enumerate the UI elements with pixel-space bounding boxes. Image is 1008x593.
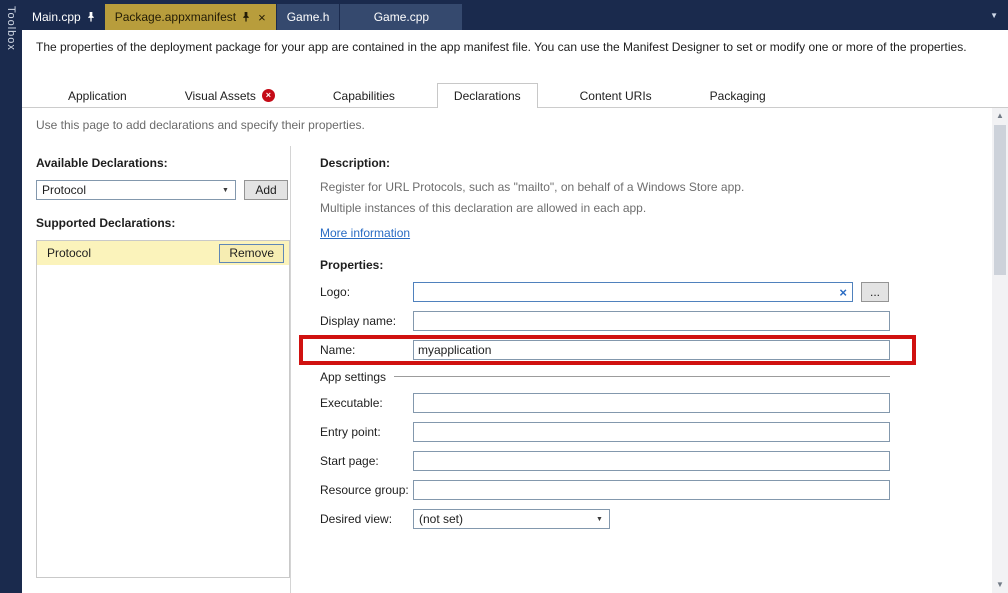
tab-game-cpp[interactable]: Game.cpp [340, 4, 463, 30]
display-name-label: Display name: [320, 314, 397, 328]
intro-text: The properties of the deployment package… [36, 40, 967, 54]
description-heading: Description: [320, 156, 391, 170]
field-row-desired-view: Desired view: (not set) ▼ [320, 509, 890, 529]
desired-view-value: (not set) [419, 512, 464, 526]
tab-label: Declarations [453, 88, 521, 103]
add-button[interactable]: Add [244, 180, 288, 200]
tab-packaging[interactable]: Packaging [694, 84, 782, 107]
resource-group-label: Resource group: [320, 483, 409, 497]
description-line: Multiple instances of this declaration a… [320, 201, 647, 215]
field-row-name: Name: [320, 340, 890, 360]
field-row-executable: Executable: [320, 393, 890, 413]
available-declarations-select[interactable]: Protocol ▼ [36, 180, 236, 200]
scroll-up-icon[interactable]: ▲ [992, 108, 1008, 124]
entry-point-label: Entry point: [320, 425, 381, 439]
supported-declarations-list[interactable]: Protocol Remove [36, 240, 290, 578]
pin-icon[interactable] [87, 11, 95, 23]
tab-application[interactable]: Application [52, 84, 143, 107]
logo-input-box: × [413, 282, 853, 302]
properties-heading: Properties: [320, 258, 384, 272]
designer-tab-strip: Application Visual Assets × Capabilities… [22, 83, 1008, 108]
field-row-logo: Logo: × ... [320, 282, 890, 302]
pin-icon[interactable] [242, 11, 250, 23]
toolbox-label: Toolbox [5, 6, 17, 51]
declaration-details-panel: Description: Register for URL Protocols,… [320, 156, 898, 538]
toolbox-panel-tab[interactable]: Toolbox [0, 0, 22, 593]
scrollbar-thumb[interactable] [994, 125, 1006, 275]
desired-view-label: Desired view: [320, 512, 393, 526]
logo-label: Logo: [320, 285, 351, 299]
app-settings-label: App settings [320, 369, 387, 384]
panel-divider [290, 146, 291, 593]
clear-icon[interactable]: × [839, 286, 847, 299]
tab-label: Main.cpp [32, 10, 81, 24]
desired-view-select[interactable]: (not set) ▼ [413, 509, 610, 529]
close-icon[interactable]: × [258, 11, 266, 24]
start-page-label: Start page: [320, 454, 379, 468]
chevron-down-icon[interactable]: ▼ [592, 516, 607, 523]
manifest-designer: The properties of the deployment package… [22, 30, 1008, 593]
tab-package-appxmanifest[interactable]: Package.appxmanifest × [104, 4, 276, 30]
section-divider [394, 376, 890, 377]
entry-point-input[interactable] [413, 422, 890, 442]
supported-declarations-label: Supported Declarations: [36, 216, 176, 230]
field-row-entry-point: Entry point: [320, 422, 890, 442]
tab-main-cpp[interactable]: Main.cpp [22, 4, 105, 30]
tab-overflow-chevron-icon[interactable]: ▼ [980, 11, 1008, 20]
tab-label: Capabilities [332, 88, 395, 103]
tab-label: Application [68, 88, 127, 103]
logo-input[interactable] [414, 283, 852, 301]
tab-label: Game.cpp [373, 10, 430, 24]
tab-label: Content URIs [579, 88, 652, 103]
vertical-scrollbar[interactable]: ▲ ▼ [992, 108, 1008, 593]
editor-tab-bar: Main.cpp Package.appxmanifest × Game.h G… [22, 0, 1008, 30]
field-row-start-page: Start page: [320, 451, 890, 471]
tab-capabilities[interactable]: Capabilities [317, 84, 411, 107]
description-line: Register for URL Protocols, such as "mai… [320, 180, 745, 194]
vs-window: Toolbox Main.cpp Package.appxmanifest × … [0, 0, 1008, 593]
name-input[interactable] [413, 340, 890, 360]
scroll-down-icon[interactable]: ▼ [992, 577, 1008, 593]
executable-label: Executable: [320, 396, 383, 410]
available-declarations-label: Available Declarations: [36, 156, 168, 170]
name-label: Name: [320, 343, 356, 357]
chevron-down-icon[interactable]: ▼ [218, 187, 233, 194]
executable-input[interactable] [413, 393, 890, 413]
tab-visual-assets[interactable]: Visual Assets × [169, 84, 291, 107]
list-item-label: Protocol [47, 246, 92, 260]
tab-content-uris[interactable]: Content URIs [564, 84, 668, 107]
available-declarations-row: Protocol ▼ Add [36, 180, 290, 200]
tab-label: Packaging [709, 88, 766, 103]
tab-declarations[interactable]: Declarations [436, 83, 538, 108]
remove-button[interactable]: Remove [219, 243, 284, 263]
selected-declaration: Protocol [42, 183, 87, 197]
field-row-resource-group: Resource group: [320, 480, 890, 500]
field-row-display-name: Display name: [320, 311, 890, 331]
page-hint: Use this page to add declarations and sp… [36, 118, 365, 132]
browse-button[interactable]: ... [861, 282, 889, 302]
tab-label: Game.h [286, 10, 330, 24]
more-information-link[interactable]: More information [320, 226, 410, 240]
error-icon: × [261, 89, 275, 102]
resource-group-input[interactable] [413, 480, 890, 500]
tab-game-h[interactable]: Game.h [276, 4, 340, 30]
app-settings-section: App settings [320, 369, 890, 384]
display-name-input[interactable] [413, 311, 890, 331]
list-item-protocol[interactable]: Protocol Remove [37, 241, 289, 265]
tab-label: Visual Assets [184, 88, 256, 103]
tab-label: Package.appxmanifest [114, 10, 237, 24]
declarations-panel: Available Declarations: Protocol ▼ Add S… [36, 156, 290, 578]
start-page-input[interactable] [413, 451, 890, 471]
